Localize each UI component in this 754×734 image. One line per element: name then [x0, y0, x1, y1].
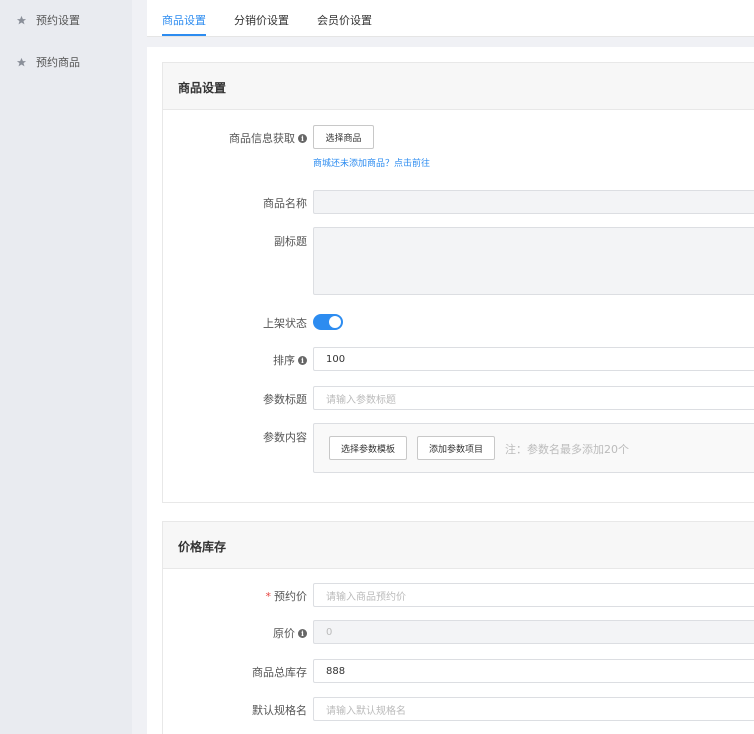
sidebar-item-reservation-products[interactable]: 预约商品 [16, 52, 80, 72]
reserve-price-input[interactable]: 请输入商品预约价 [313, 583, 754, 607]
subtitle-textarea[interactable] [313, 227, 754, 295]
card-header: 价格库存 [163, 522, 754, 569]
placeholder: 请输入参数标题 [326, 394, 396, 406]
add-product-link[interactable]: 商城还未添加商品？点击前往 [313, 156, 430, 169]
param-title-input[interactable]: 请输入参数标题 [313, 386, 754, 410]
product-info-label: 商品信息获取 i [229, 130, 307, 146]
select-product-button[interactable]: 选择商品 [313, 125, 374, 149]
sidebar: 预约设置 预约商品 [0, 0, 132, 734]
default-spec-input[interactable]: 请输入默认规格名 [313, 697, 754, 721]
sort-input[interactable]: 100 [313, 347, 754, 371]
listing-status-toggle[interactable] [313, 314, 343, 330]
main-content: 商品设置 分销价设置 会员价设置 商品设置 商品信息获取 i 选择商品 商城还未… [147, 0, 754, 734]
sort-label: 排序 i [273, 352, 307, 368]
total-stock-label: 商品总库存 [252, 666, 307, 679]
add-param-item-button[interactable]: 添加参数项目 [417, 436, 495, 460]
reserve-price-label: * 预约价 [266, 588, 308, 604]
info-icon[interactable]: i [298, 628, 307, 638]
param-note: 注：参数名最多添加20个 [505, 443, 629, 456]
sidebar-item-label: 预约商品 [36, 56, 80, 69]
info-icon[interactable]: i [298, 133, 307, 143]
sidebar-item-label: 预约设置 [36, 14, 80, 27]
original-price-label: 原价 i [273, 625, 307, 641]
original-price-input[interactable]: 0 [313, 620, 754, 644]
card-title: 价格库存 [178, 540, 227, 554]
param-content-label: 参数内容 [263, 431, 307, 444]
select-param-template-button[interactable]: 选择参数模板 [329, 436, 407, 460]
tab-distribution-price[interactable]: 分销价设置 [234, 12, 289, 36]
product-settings-card: 商品设置 商品信息获取 i 选择商品 商城还未添加商品？点击前往 商品名称 副标… [162, 62, 754, 503]
default-spec-label: 默认规格名 [252, 704, 307, 717]
tab-product-settings[interactable]: 商品设置 [162, 12, 206, 36]
label-text: 预约价 [274, 590, 307, 603]
tab-member-price[interactable]: 会员价设置 [317, 12, 372, 36]
info-icon[interactable]: i [298, 355, 307, 365]
placeholder: 请输入默认规格名 [326, 705, 406, 717]
listing-status-label: 上架状态 [263, 317, 307, 330]
required-mark: * [265, 589, 272, 603]
param-title-label: 参数标题 [263, 393, 307, 406]
subtitle-label: 副标题 [274, 235, 307, 248]
label-text: 原价 [273, 627, 295, 640]
sidebar-item-reservation-settings[interactable]: 预约设置 [16, 10, 80, 30]
price-stock-card: 价格库存 * 预约价 请输入商品预约价 原价 i 0 商品总库存 888 默认规… [162, 521, 754, 734]
label-text: 排序 [273, 354, 295, 367]
card-title: 商品设置 [178, 81, 227, 95]
card-header: 商品设置 [163, 63, 754, 110]
product-name-input[interactable] [313, 190, 754, 214]
section-gap [147, 37, 754, 47]
product-name-label: 商品名称 [263, 197, 307, 210]
toggle-knob [329, 316, 341, 328]
total-stock-input[interactable]: 888 [313, 659, 754, 683]
star-icon [16, 15, 27, 26]
star-icon [16, 57, 27, 68]
label-text: 商品信息获取 [229, 132, 295, 145]
tab-bar: 商品设置 分销价设置 会员价设置 [147, 0, 754, 37]
placeholder: 请输入商品预约价 [326, 591, 406, 603]
